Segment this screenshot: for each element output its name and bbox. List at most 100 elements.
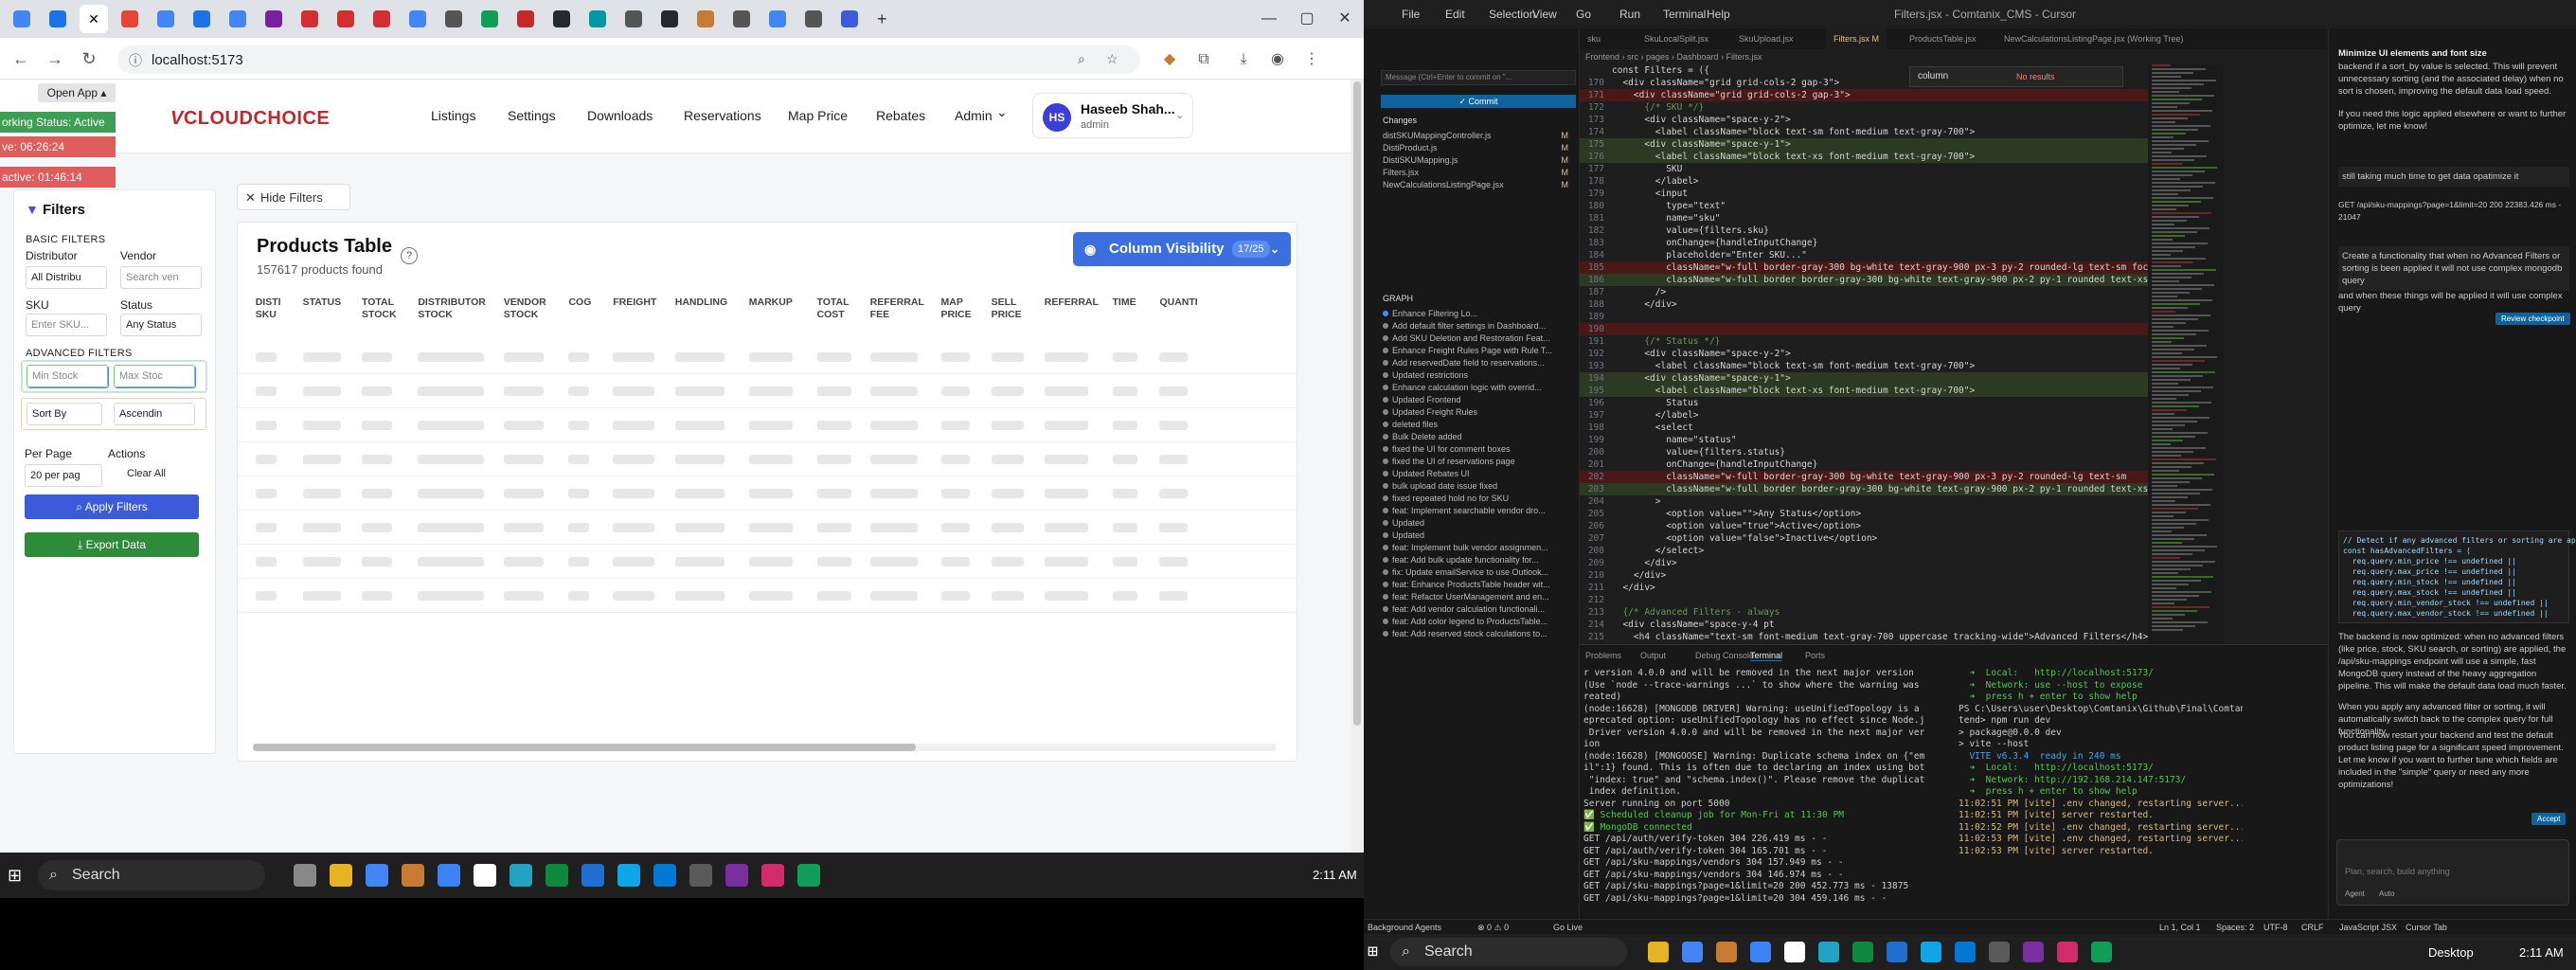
- column-header[interactable]: COG: [568, 296, 606, 309]
- column-header[interactable]: TOTAL COST: [817, 296, 855, 321]
- commit-item[interactable]: feat: Add reserved stock calculations to…: [1383, 629, 1572, 638]
- download-icon[interactable]: ⤓: [1233, 49, 1254, 70]
- windows-start-icon[interactable]: ⊞: [8, 866, 27, 885]
- open-app-button[interactable]: Open App ▴: [38, 83, 116, 102]
- browser-tab[interactable]: [403, 5, 432, 33]
- column-header[interactable]: HANDLING: [675, 296, 727, 309]
- browser-tab[interactable]: [799, 5, 828, 33]
- review-checkpoint-button[interactable]: Review checkpoint: [2496, 313, 2570, 325]
- column-header[interactable]: REFERRAL: [1045, 296, 1099, 309]
- zoom-icon[interactable]: ⌕: [1078, 51, 1085, 67]
- commit-item[interactable]: feat: Add vendor calculation functionali…: [1383, 604, 1572, 614]
- changed-file[interactable]: DistiSKUMapping.js M: [1383, 155, 1572, 165]
- export-data-button[interactable]: ⤓ Export Data: [25, 532, 199, 557]
- menu-view[interactable]: View: [1532, 8, 1557, 21]
- panel-tab[interactable]: Ports: [1805, 651, 1825, 660]
- status-select[interactable]: Any Status: [120, 314, 202, 336]
- menu-run[interactable]: Run: [1619, 8, 1640, 21]
- browser-tab[interactable]: [8, 5, 36, 33]
- scrollbar-thumb[interactable]: [1353, 81, 1361, 726]
- taskbar-search[interactable]: ⌕ Search: [1390, 938, 1627, 966]
- table-row[interactable]: [238, 545, 1297, 579]
- browser-tab[interactable]: [511, 5, 540, 33]
- admin-chevron-icon[interactable]: ⌄: [996, 104, 1008, 120]
- browser-tab[interactable]: [152, 5, 180, 33]
- browser-tab[interactable]: [188, 5, 216, 33]
- desktop-label[interactable]: Desktop: [2428, 945, 2474, 960]
- horizontal-scrollbar[interactable]: [253, 744, 1276, 751]
- taskbar-app-icon[interactable]: [689, 864, 712, 887]
- new-tab-icon[interactable]: +: [877, 9, 887, 29]
- taskbar-app-icon[interactable]: [1989, 942, 2010, 962]
- taskbar-app-icon[interactable]: [1921, 942, 1941, 962]
- table-row[interactable]: [238, 579, 1297, 613]
- panel-tab[interactable]: Output: [1640, 651, 1666, 660]
- close-icon[interactable]: ✕: [1326, 6, 1364, 32]
- extensions-puzzle-icon[interactable]: ⧉: [1193, 49, 1214, 70]
- browser-tab[interactable]: [295, 5, 324, 33]
- agent-mode-button[interactable]: Agent: [2345, 889, 2365, 898]
- per-page-select[interactable]: 20 per pag: [25, 464, 102, 487]
- taskbar-app-icon[interactable]: [2057, 942, 2078, 962]
- taskbar-app-icon[interactable]: [1818, 942, 1839, 962]
- taskbar-app-icon[interactable]: [761, 864, 784, 887]
- windows-start-icon[interactable]: ⊞: [1368, 942, 1378, 961]
- taskbar-app-icon[interactable]: [1887, 942, 1907, 962]
- column-header[interactable]: DISTI SKU: [256, 296, 294, 321]
- commit-item[interactable]: feat: Implement searchable vendor dro...: [1383, 506, 1572, 515]
- taskbar-app-icon[interactable]: [474, 864, 496, 887]
- find-widget[interactable]: column No results: [1909, 66, 2123, 87]
- commit-item[interactable]: feat: Add color legend to ProductsTable.…: [1383, 617, 1572, 626]
- taskbar-app-icon[interactable]: [1852, 942, 1873, 962]
- editor-tab[interactable]: ProductsTable.jsx: [1902, 28, 1984, 49]
- menu-file[interactable]: File: [1402, 8, 1420, 21]
- browser-tab[interactable]: [259, 5, 288, 33]
- code-area[interactable]: const Filters = ({170 <div className="gr…: [1580, 64, 2148, 644]
- commit-item[interactable]: fixed the UI for comment boxes: [1383, 444, 1572, 454]
- browser-tab[interactable]: [655, 5, 684, 33]
- nav-downloads[interactable]: Downloads: [587, 108, 653, 123]
- commit-item[interactable]: Enhance Freight Rules Page with Rule T..…: [1383, 346, 1572, 355]
- model-auto-button[interactable]: Auto: [2379, 889, 2394, 898]
- taskbar-search[interactable]: ⌕ Search: [38, 860, 265, 890]
- forward-icon[interactable]: →: [44, 47, 66, 70]
- taskbar-app-icon[interactable]: [366, 864, 388, 887]
- status-item[interactable]: UTF-8: [2263, 923, 2288, 932]
- taskbar-app-icon[interactable]: [330, 864, 352, 887]
- nav-reservations[interactable]: Reservations: [684, 108, 761, 123]
- commit-item[interactable]: Enhance calculation logic with overrid..…: [1383, 383, 1572, 392]
- browser-tab[interactable]: [727, 5, 756, 33]
- column-header[interactable]: TIME: [1113, 296, 1151, 309]
- table-row[interactable]: [238, 374, 1297, 408]
- browser-tab[interactable]: [763, 5, 792, 33]
- commit-item[interactable]: deleted files: [1383, 420, 1572, 429]
- commit-item[interactable]: feat: Add bulk update functionality for.…: [1383, 555, 1572, 565]
- commit-item[interactable]: Updated: [1383, 518, 1572, 528]
- status-item[interactable]: Ln 1, Col 1: [2159, 923, 2201, 932]
- table-row[interactable]: [238, 408, 1297, 442]
- commit-item[interactable]: feat: Refactor UserManagement and en...: [1383, 592, 1572, 602]
- commit-item[interactable]: Updated: [1383, 530, 1572, 540]
- taskbar-app-icon[interactable]: [510, 864, 532, 887]
- status-item[interactable]: JavaScript JSX: [2339, 923, 2397, 932]
- browser-tab[interactable]: [331, 5, 360, 33]
- browser-tab[interactable]: [583, 5, 612, 33]
- commit-item[interactable]: feat: Implement bulk vendor assignmen...: [1383, 543, 1572, 552]
- chat-input[interactable]: Plan, search, build anything Agent Auto: [2336, 839, 2569, 906]
- commit-item[interactable]: bulk upload date issue fixed: [1383, 481, 1572, 491]
- apply-filters-button[interactable]: ⌕ Apply Filters: [25, 494, 199, 519]
- sku-input[interactable]: Enter SKU...: [26, 314, 107, 336]
- column-header[interactable]: DISTRIBUTOR STOCK: [418, 296, 486, 321]
- taskbar-app-icon[interactable]: [2023, 942, 2044, 962]
- nav-settings[interactable]: Settings: [508, 108, 556, 123]
- column-header[interactable]: MAP PRICE: [941, 296, 979, 321]
- browser-tab[interactable]: [835, 5, 864, 33]
- site-info-icon[interactable]: ⓘ: [129, 51, 142, 70]
- bookmark-star-icon[interactable]: ☆: [1106, 51, 1118, 67]
- frontend-terminal[interactable]: ➜ Local: http://localhost:5173/ ➜ Networ…: [1959, 668, 2243, 857]
- changed-file[interactable]: Filters.jsx M: [1383, 168, 1572, 177]
- taskbar-app-icon[interactable]: [617, 864, 640, 887]
- editor-tab[interactable]: SkuLocalSplit.jsx: [1637, 28, 1716, 49]
- taskbar-app-icon[interactable]: [1648, 942, 1669, 962]
- accept-button[interactable]: Accept: [2531, 813, 2567, 825]
